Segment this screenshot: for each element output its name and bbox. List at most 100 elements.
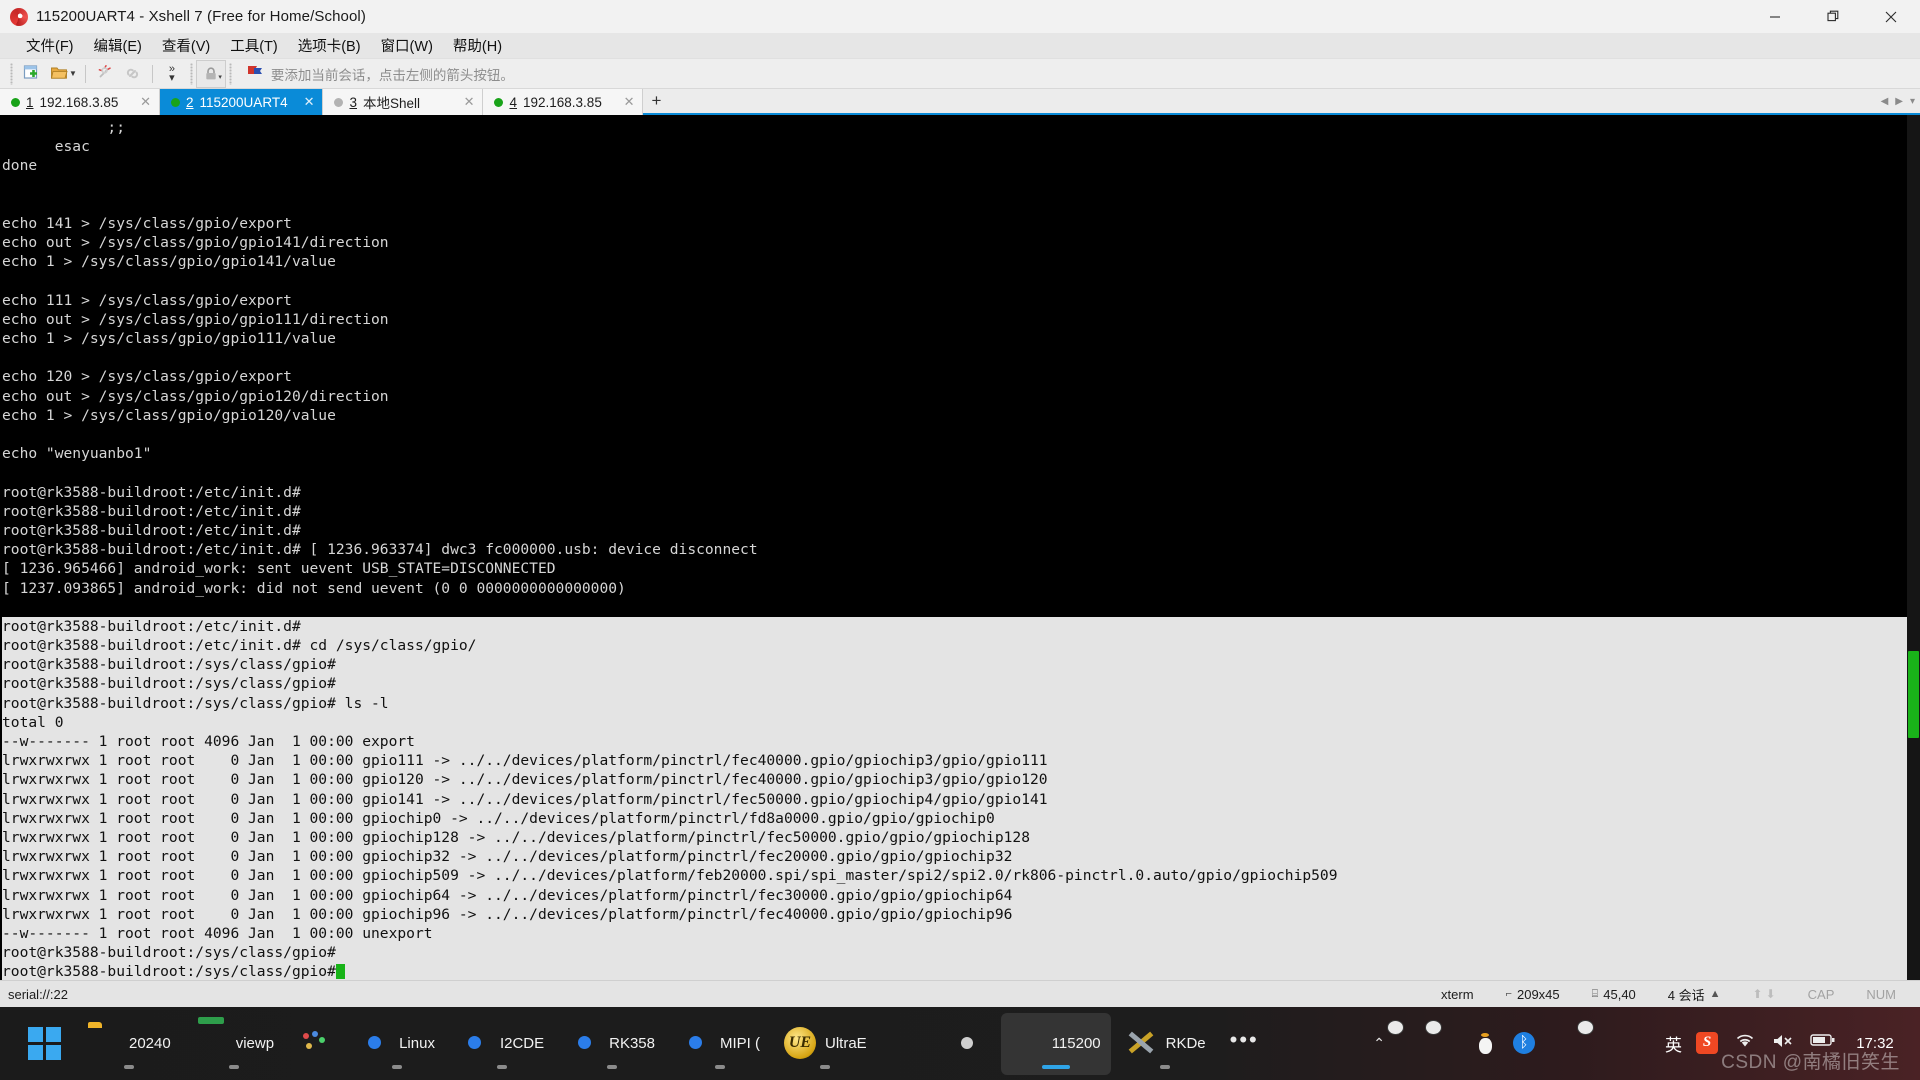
close-button[interactable]	[1862, 0, 1920, 33]
taskbar-overflow[interactable]: •••	[1220, 1013, 1276, 1075]
notebook-icon[interactable]	[1627, 1032, 1651, 1056]
tab-close-icon[interactable]: ✕	[614, 94, 635, 110]
menu-edit[interactable]: 编辑(E)	[84, 32, 152, 59]
taskbar-notepad[interactable]	[881, 1013, 937, 1075]
terminal-line-selected: lrwxrwxrwx 1 root root 0 Jan 1 00:00 gpi…	[2, 847, 1920, 867]
tab-scroll-right-icon[interactable]: ▶	[1895, 96, 1903, 107]
tab-115200uart4[interactable]: 2 115200UART4 ✕	[160, 89, 324, 115]
system-tray: ⌃ ᛒ 英 S 17:32	[1373, 1031, 1920, 1056]
terminal-prompt-line: root@rk3588-buildroot:/sys/class/gpio#	[2, 962, 1920, 980]
tab-index: 2	[186, 94, 194, 110]
chevron-up-icon[interactable]: ⌃	[1373, 1035, 1385, 1052]
menu-file[interactable]: 文件(F)	[16, 32, 84, 59]
terminal-line: esac	[2, 138, 90, 156]
taskbar-paint[interactable]	[288, 1013, 344, 1075]
taskbar-rk358[interactable]: RK358	[558, 1013, 665, 1075]
toolbar-separator-2	[151, 64, 153, 83]
tab-status-dot	[11, 97, 20, 107]
terminal-scrollback: ;; esac done echo 141 > /sys/class/gpio/ex…	[2, 118, 1920, 617]
battery-icon[interactable]	[1810, 1032, 1835, 1056]
new-file-plus-icon[interactable]	[17, 61, 45, 87]
chevron-up-icon[interactable]: ▲	[1710, 988, 1721, 1000]
qq-penguin-icon[interactable]	[1475, 1032, 1499, 1056]
wechat-icon-2[interactable]	[1437, 1032, 1461, 1056]
maximize-restore-button[interactable]	[1804, 0, 1862, 33]
paint-palette-icon	[298, 1027, 332, 1061]
taskbar-ultraedit[interactable]: UE UltraE	[774, 1013, 877, 1075]
toolbar-grip-2	[189, 62, 193, 85]
new-tab-button[interactable]: +	[643, 89, 670, 113]
terminal-line-selected: root@rk3588-buildroot:/sys/class/gpio#	[2, 943, 1920, 963]
chevron-double-icon[interactable]: » ▾	[158, 61, 186, 87]
minimize-button[interactable]	[1746, 0, 1804, 33]
status-caps-lock: CAP	[1807, 986, 1835, 1002]
taskbar-app-label: viewp	[235, 1035, 275, 1052]
tab-close-icon[interactable]: ✕	[130, 94, 151, 110]
terminal-line-selected: --w------- 1 root root 4096 Jan 1 00:00 …	[2, 732, 1920, 752]
terminal-line: echo out > /sys/class/gpio/gpio111/direc…	[2, 310, 389, 328]
running-indicator	[229, 1064, 240, 1069]
status-transfer-arrows: ⬆ ⬇	[1737, 987, 1792, 1001]
windows-start-icon	[28, 1026, 62, 1061]
taskbar-app-label: MIPI (	[720, 1035, 760, 1052]
tab-scroll-left-icon[interactable]: ◀	[1881, 96, 1889, 107]
taskbar-mipi[interactable]: MIPI (	[669, 1013, 770, 1075]
tab-close-icon[interactable]: ✕	[454, 94, 475, 110]
terminal-line: root@rk3588-buildroot:/etc/init.d#	[2, 483, 301, 501]
tab-index: 4	[509, 94, 517, 110]
wifi-icon[interactable]	[1734, 1032, 1758, 1056]
menu-view[interactable]: 查看(V)	[152, 32, 220, 59]
tab-local-shell[interactable]: 3 本地Shell ✕	[323, 89, 484, 115]
menu-window[interactable]: 窗口(W)	[371, 32, 443, 59]
size-icon: ⌐	[1505, 988, 1512, 1000]
toolbar-hint: 要添加当前会话，点击左侧的箭头按钮。	[246, 64, 514, 84]
menu-tabs[interactable]: 选项卡(B)	[288, 32, 371, 59]
sogou-icon[interactable]: S	[1696, 1031, 1720, 1056]
terminal-line: echo 120 > /sys/class/gpio/export	[2, 368, 292, 386]
tab-192-168-3-85-4[interactable]: 4 192.168.3.85 ✕	[483, 89, 644, 115]
terminal-scrollbar[interactable]	[1907, 115, 1920, 980]
taskbar-app-label: RKDe	[1165, 1035, 1206, 1052]
lock-icon[interactable]: ▾	[195, 59, 226, 88]
terminal-line: echo 1 > /sys/class/gpio/gpio111/value	[2, 330, 336, 348]
red-flag-icon	[246, 64, 264, 84]
terminal-line-selected: lrwxrwxrwx 1 root root 0 Jan 1 00:00 gpi…	[2, 827, 1920, 848]
taskbar-xshell[interactable]: 115200	[1000, 1012, 1111, 1075]
ime-chinese-icon[interactable]: 英	[1665, 1031, 1682, 1056]
taskbar-explorer[interactable]: 20240	[78, 1013, 181, 1075]
taskbar-clock[interactable]: 17:32	[1848, 1035, 1902, 1053]
taskbar-app-label: 20240	[129, 1035, 171, 1052]
terminal-scrollbar-thumb[interactable]	[1908, 651, 1919, 738]
running-indicator	[606, 1064, 617, 1069]
bluetooth-icon[interactable]: ᛒ	[1513, 1031, 1537, 1056]
taskbar-rkdevtool[interactable]: RKDe	[1115, 1013, 1216, 1075]
taskbar-disktool[interactable]	[941, 1013, 997, 1075]
terminal-cursor	[335, 964, 345, 980]
folder-open-icon[interactable]	[45, 61, 73, 87]
start-button[interactable]	[18, 1013, 74, 1075]
tab-192-168-3-85-1[interactable]: 1 192.168.3.85 ✕	[0, 89, 160, 115]
terminal-output[interactable]: ;; esac done echo 141 > /sys/class/gpio/ex…	[0, 115, 1920, 980]
status-sessions[interactable]: 4 会话 ▲	[1652, 985, 1737, 1004]
running-indicator	[124, 1064, 135, 1069]
volume-muted-icon[interactable]	[1772, 1032, 1796, 1056]
menu-help[interactable]: 帮助(H)	[443, 32, 512, 59]
taskbar-viewp[interactable]: viewp	[185, 1013, 284, 1075]
terminal-line-selected: total 0	[2, 712, 1920, 732]
wechat-icon-3[interactable]	[1589, 1032, 1613, 1056]
terminal-line: done	[2, 157, 38, 175]
taskbar-i2cde[interactable]: I2CDE	[449, 1013, 554, 1075]
wechat-icon[interactable]	[1399, 1032, 1423, 1056]
xshell-spiral-icon	[9, 7, 29, 27]
menu-tools[interactable]: 工具(T)	[220, 32, 288, 59]
tab-list-icon[interactable]: ▾	[1910, 96, 1915, 107]
toolbar-grip-3	[228, 62, 232, 85]
status-connection: serial://:22	[8, 986, 68, 1002]
taskbar-linux[interactable]: Linux	[348, 1013, 445, 1075]
tab-close-icon[interactable]: ✕	[294, 94, 315, 110]
tab-label: 本地Shell	[363, 96, 421, 111]
terminal-line-selected: root@rk3588-buildroot:/etc/init.d# cd /s…	[2, 636, 1920, 656]
shield-warning-icon[interactable]	[1551, 1032, 1575, 1056]
terminal-line-selected: --w------- 1 root root 4096 Jan 1 00:00 …	[2, 923, 1920, 944]
